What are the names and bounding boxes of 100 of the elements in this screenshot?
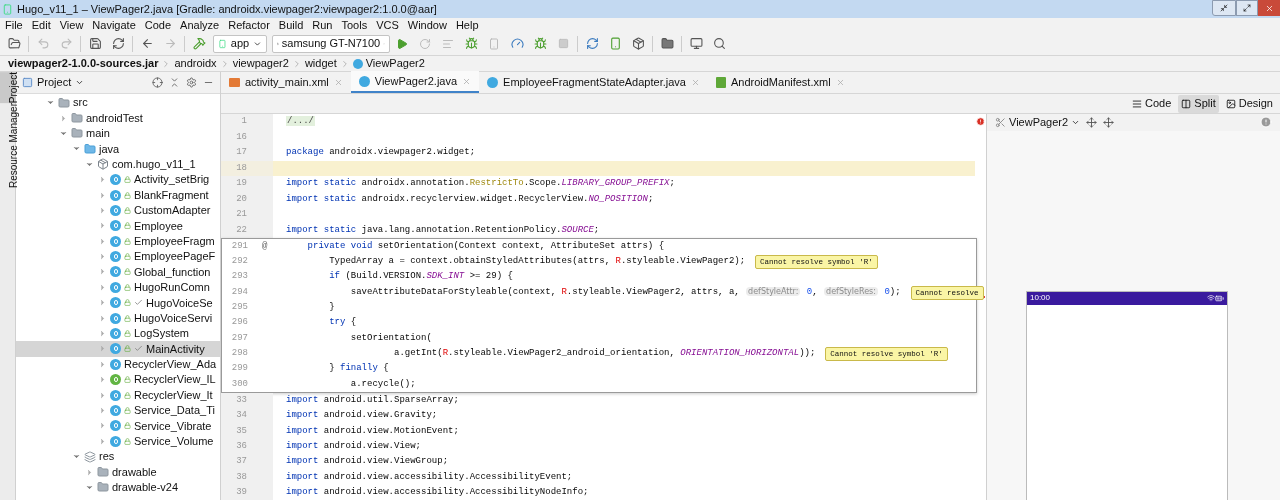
tree-item[interactable]: RecyclerView_It [16,387,220,403]
close-tab-icon [462,76,472,86]
line-number: 21 [236,208,247,221]
tree-item[interactable]: com.hugo_v11_1 [16,156,220,172]
xml-file-icon [229,77,240,87]
parameter-hint: defStyleAttr: [746,286,801,296]
code-line: import android.view.View; [286,440,422,454]
minimize-button[interactable] [1212,0,1236,16]
maximize-button[interactable] [1236,0,1258,16]
tree-item[interactable]: Service_Volume [16,433,220,449]
menu-item[interactable]: Refactor [228,16,270,34]
tree-item[interactable]: CustomAdapter [16,202,220,219]
menu-item[interactable]: Analyze [180,16,220,34]
editor-tab[interactable]: ViewPager2.java [350,71,480,93]
line-number: 293 [231,270,248,284]
folder-icon [71,127,83,140]
line-number: 298 [231,346,248,360]
code-line: a.getInt(R.styleable.ViewPager2_android_orientation, ORIENTATION_HORIZONTAL)); [393,346,816,360]
menu-item[interactable]: File [5,16,23,34]
view-mode-button[interactable]: Code [1129,94,1175,113]
locate-icon[interactable] [152,77,163,88]
breadcrumb[interactable]: androidx [174,55,217,72]
menu-item[interactable]: Run [312,16,333,34]
code-line: import android.view.Gravity; [286,409,438,423]
class-icon [110,251,121,263]
class-icon [110,343,121,355]
tree-item[interactable]: EmployeePageF [16,248,220,265]
tree-item[interactable]: LogSystem [16,325,220,342]
maximize-icon [1243,4,1251,12]
tree-item[interactable]: main [16,125,220,142]
line-number: 18 [236,161,247,175]
columns-icon [1181,98,1192,109]
warning-icon[interactable] [1260,116,1272,129]
editor-tab[interactable]: EmployeeFragmentStateAdapter.java [479,71,708,93]
pan-icon[interactable] [1086,116,1098,128]
view-mode-button[interactable]: Design [1222,94,1276,113]
class-icon [110,281,121,293]
menu-item[interactable]: Code [144,16,172,34]
tree-item[interactable]: java [16,141,220,157]
tree-item[interactable]: RecyclerView_IL [16,372,220,388]
menu-item[interactable]: VCS [376,16,399,34]
tree-item[interactable]: BlankFragment [16,187,220,203]
tree-item[interactable]: Global_function [16,264,220,280]
collapsed-arrow-icon [85,467,94,477]
menu-item[interactable]: Edit [31,16,51,34]
resource-folder-icon [84,450,96,463]
breadcrumb[interactable]: viewpager2 [232,55,289,72]
lock-icon [124,191,131,199]
tree-item[interactable]: Service_Vibrate [16,418,220,434]
code-line: a.recycle(); [349,377,416,391]
menu-item[interactable]: View [59,16,84,34]
code-line: import android.view.accessibility.AccessibilityEvent; [286,470,573,484]
breadcrumb[interactable]: ViewPager2 [365,55,425,72]
tree-item[interactable]: Activity_setBrig [16,171,220,188]
tree-item[interactable]: Service_Data_Ti [16,402,220,419]
class-icon [110,266,121,278]
collapse-icon[interactable] [169,77,180,88]
tree-item[interactable]: HugoVoiceServi [16,310,220,326]
lock-icon [124,376,131,384]
tree-item[interactable]: RecyclerView_Ada [16,356,220,373]
scissors-icon [995,116,1006,128]
class-icon [110,174,121,186]
view-mode-button[interactable]: Split [1178,94,1219,113]
close-tab-icon [333,77,343,87]
check-icon [134,344,143,354]
tree-item[interactable]: MainActivity [16,341,220,357]
breadcrumb[interactable]: viewpager2-1.0.0-sources.jar [8,55,159,72]
line-number: 20 [236,192,247,206]
menu-item[interactable]: Tools [341,16,368,34]
folded-code[interactable]: /.../ [286,116,315,126]
lock-icon [124,437,131,445]
menu-item[interactable]: Help [455,16,479,34]
class-icon [487,76,499,88]
tree-item[interactable]: HugoVoiceSe [16,295,220,311]
settings-icon[interactable] [186,77,197,88]
tree-item[interactable]: EmployeeFragm [16,233,220,249]
editor-tab[interactable]: activity_main.xml [221,71,351,93]
package-icon [97,158,109,171]
close-button[interactable] [1258,0,1280,16]
window-title: Hugo_v11_1 – ViewPager2.java [Gradle: androidx.viewpager2:viewpager2:1.0.0@aar] [17,1,437,17]
move-icon[interactable] [1103,116,1115,128]
tree-item[interactable]: res [16,449,220,465]
tree-item[interactable]: drawable [16,464,220,480]
tree-item[interactable]: drawable-v24 [16,479,220,496]
tree-item[interactable]: src [16,95,220,111]
breadcrumb[interactable]: widget [304,55,337,72]
tree-item[interactable]: HugoRunComn [16,279,220,296]
run-config-dropdown[interactable]: app [213,34,267,53]
line-number: 33 [236,393,247,407]
override-marker: @ [262,239,269,253]
editor-tab[interactable]: AndroidManifest.xml [707,71,853,93]
code-line: } finally { [328,362,389,376]
tree-item[interactable]: Employee [16,218,220,234]
menu-item[interactable]: Navigate [92,16,136,34]
menu-item[interactable]: Window [407,16,447,34]
component-dropdown[interactable]: ViewPager2 [995,114,1081,131]
folder-icon [84,142,96,155]
device-dropdown[interactable]: samsung GT-N7100 [272,34,390,53]
menu-item[interactable]: Build [278,16,304,34]
interface-icon [110,374,121,386]
